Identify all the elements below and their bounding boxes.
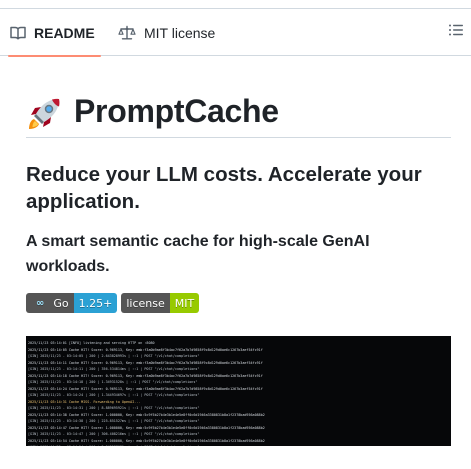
tab-license[interactable]: MIT license [118, 9, 215, 56]
license-badge[interactable]: license MIT [121, 293, 200, 313]
rocket-emoji-icon [26, 96, 62, 132]
tagline-heading: Reduce your LLM costs. Accelerate your a… [26, 163, 422, 213]
tab-readme[interactable]: README [8, 9, 101, 57]
terminal-log-line: [GIN] 2025/11/23 - 03:14:54 | 200 | 3.34… [28, 444, 449, 446]
book-icon [10, 25, 26, 41]
page-title: PromptCache [74, 93, 279, 129]
tab-license-label: MIT license [144, 24, 216, 41]
badge-row: ∞ Go 1.25+ license MIT [26, 293, 200, 313]
list-unordered-icon [448, 22, 464, 43]
go-badge-label: Go [53, 296, 69, 310]
active-tab-indicator [8, 55, 101, 57]
tab-readme-label: README [34, 24, 95, 41]
go-badge-value: 1.25+ [73, 293, 118, 313]
readme-heading: PromptCache [26, 90, 451, 138]
readme-panel: README MIT license PromptCache Reduce yo… [0, 0, 471, 469]
license-badge-label: license [121, 293, 170, 313]
outline-menu-button[interactable] [447, 23, 465, 41]
subtitle-heading: A smart semantic cache for high-scale Ge… [26, 233, 370, 275]
go-logo-icon: ∞ [36, 297, 45, 309]
go-version-badge[interactable]: ∞ Go 1.25+ [26, 293, 118, 313]
tab-bar: README MIT license [0, 8, 471, 57]
license-badge-value: MIT [169, 293, 200, 313]
law-scale-icon [118, 25, 136, 41]
terminal-screenshot: 2025/11/23 03:14:01 [INFO] listening and… [26, 336, 451, 446]
